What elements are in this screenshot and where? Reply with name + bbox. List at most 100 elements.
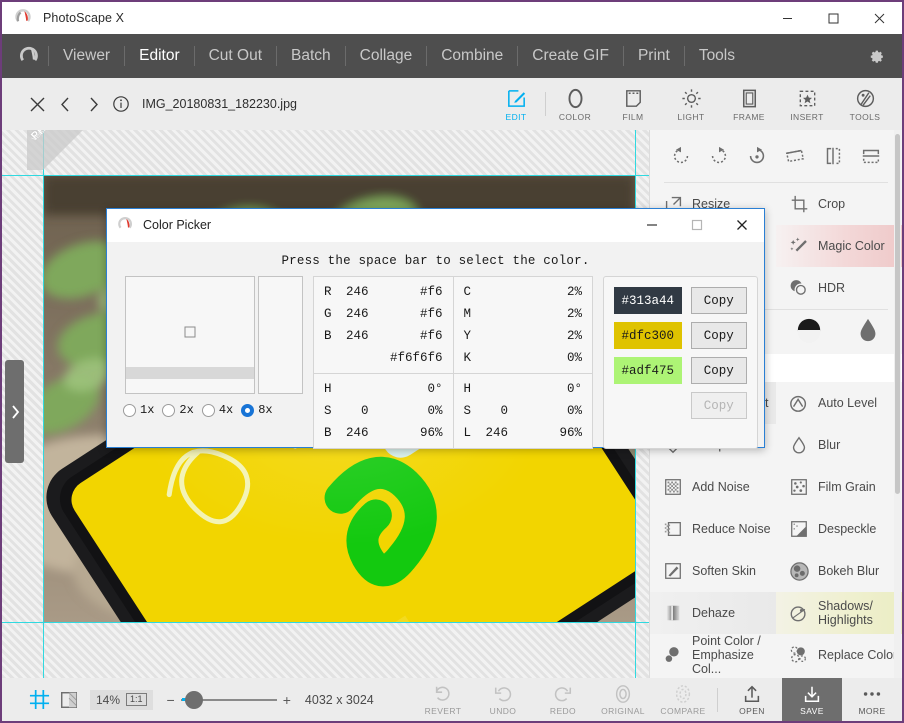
magnifier-zoom-1x[interactable]: 1x: [123, 403, 154, 417]
redo-button[interactable]: REDO: [533, 678, 593, 721]
magnifier-column: 1x 2x 4x 8x: [125, 276, 303, 449]
menu-item-collage[interactable]: Collage: [346, 34, 427, 78]
radio-2x[interactable]: [162, 404, 175, 417]
tab-color[interactable]: COLOR: [546, 78, 604, 130]
original-icon: [613, 683, 633, 705]
menu-item-cut-out[interactable]: Cut Out: [195, 34, 276, 78]
tool-replace-color[interactable]: Replace Color: [776, 634, 902, 676]
zoom-in-button[interactable]: +: [283, 692, 291, 708]
swatch-3[interactable]: #adf475: [614, 357, 682, 384]
tool-dehaze[interactable]: Dehaze: [650, 592, 776, 634]
menu-item-editor[interactable]: Editor: [125, 34, 194, 78]
compare-button[interactable]: COMPARE: [653, 678, 713, 721]
zoom-slider-track[interactable]: [181, 699, 277, 701]
tools-sidebar-scrollbar[interactable]: [894, 130, 901, 678]
tab-film[interactable]: FILM: [604, 78, 662, 130]
swatch-2[interactable]: #dfc300: [614, 322, 682, 349]
compare-label: COMPARE: [660, 706, 705, 716]
menu-item-tools[interactable]: Tools: [685, 34, 749, 78]
split-view-icon[interactable]: [54, 685, 84, 715]
rotate-right-icon[interactable]: [704, 141, 734, 171]
undo-button[interactable]: UNDO: [473, 678, 533, 721]
color-picker-minimize-button[interactable]: [629, 209, 674, 242]
zoom-1to1-button[interactable]: 1:1: [126, 693, 147, 706]
tool-blur[interactable]: Blur: [776, 424, 902, 466]
copy-button-1[interactable]: Copy: [691, 287, 747, 314]
cmyk-row-m: M 2%: [454, 303, 593, 325]
hsl-key-h: H: [464, 382, 486, 396]
zoom-slider-group[interactable]: − +: [167, 692, 291, 708]
save-button[interactable]: SAVE: [782, 678, 842, 721]
color-picker-close-button[interactable]: [719, 209, 764, 242]
radio-4x[interactable]: [202, 404, 215, 417]
app-logo-icon[interactable]: [12, 44, 48, 68]
tool-add-noise[interactable]: Add Noise: [650, 466, 776, 508]
tool-reduce-noise[interactable]: Reduce Noise: [650, 508, 776, 550]
tool-shadows-highlights[interactable]: Shadows/ Highlights: [776, 592, 902, 634]
image-dimensions-label: 4032 x 3024: [305, 693, 374, 707]
gear-icon[interactable]: [865, 46, 886, 67]
replace-color-icon: [788, 644, 810, 666]
radio-1x[interactable]: [123, 404, 136, 417]
menu-item-print[interactable]: Print: [624, 34, 684, 78]
flip-horizontal-icon[interactable]: [818, 141, 848, 171]
window-close-button[interactable]: [856, 2, 902, 34]
original-button[interactable]: ORIGINAL: [593, 678, 653, 721]
free-rotate-icon[interactable]: [742, 141, 772, 171]
open-button[interactable]: OPEN: [722, 678, 782, 721]
more-button[interactable]: MORE: [842, 678, 902, 721]
window-maximize-button[interactable]: [810, 2, 856, 34]
tool-despeckle[interactable]: Despeckle: [776, 508, 902, 550]
copy-button-2[interactable]: Copy: [691, 322, 747, 349]
rgb-hex-r: #f6: [381, 285, 443, 299]
color-picker-maximize-button[interactable]: [674, 209, 719, 242]
hsb-block: H 0° S 0 0% B 246 96%: [314, 374, 453, 448]
zoom-out-button[interactable]: −: [167, 692, 175, 708]
magnifier-zoom-4x[interactable]: 4x: [202, 403, 233, 417]
tab-frame[interactable]: FRAME: [720, 78, 778, 130]
close-icon[interactable]: [24, 89, 50, 119]
compare-icon: [673, 683, 693, 705]
copy-button-3[interactable]: Copy: [691, 357, 747, 384]
tool-crop[interactable]: Crop: [776, 183, 902, 225]
menu-item-create-gif[interactable]: Create GIF: [518, 34, 623, 78]
flip-vertical-icon[interactable]: [856, 141, 886, 171]
tool-auto-level[interactable]: Auto Level: [776, 382, 902, 424]
tool-magic-color-active[interactable]: Magic Color: [776, 225, 902, 267]
chevron-right-icon[interactable]: [80, 89, 106, 119]
grid-icon[interactable]: [24, 685, 54, 715]
black-white-circle-icon[interactable]: [796, 317, 822, 348]
tab-tools[interactable]: TOOLS: [836, 78, 894, 130]
tool-replace-color-label: Replace Color: [818, 648, 897, 662]
perspective-icon[interactable]: [780, 141, 810, 171]
magnifier-zoom-4x-label: 4x: [219, 403, 233, 417]
menu-item-viewer[interactable]: Viewer: [49, 34, 124, 78]
cmyk-key-k: K: [464, 351, 486, 365]
info-icon[interactable]: [108, 89, 134, 119]
tab-light[interactable]: LIGHT: [662, 78, 720, 130]
tab-insert[interactable]: INSERT: [778, 78, 836, 130]
blur-drop-icon: [788, 434, 810, 456]
window-titlebar: PhotoScape X: [2, 2, 902, 34]
tool-bokeh-blur[interactable]: Bokeh Blur: [776, 550, 902, 592]
revert-button[interactable]: REVERT: [413, 678, 473, 721]
swatch-1[interactable]: #313a44: [614, 287, 682, 314]
zoom-slider-knob[interactable]: [185, 691, 203, 709]
menu-item-batch[interactable]: Batch: [277, 34, 345, 78]
window-minimize-button[interactable]: [764, 2, 810, 34]
magnifier-zoom-2x[interactable]: 2x: [162, 403, 193, 417]
menu-item-combine[interactable]: Combine: [427, 34, 517, 78]
tool-soften-skin[interactable]: Soften Skin: [650, 550, 776, 592]
swatch-4-empty[interactable]: [614, 392, 682, 419]
drop-icon[interactable]: [857, 317, 879, 348]
chevron-left-icon[interactable]: [52, 89, 78, 119]
action-divider: [717, 688, 718, 712]
tab-edit[interactable]: EDIT: [487, 78, 545, 130]
tool-point-color[interactable]: Point Color / Emphasize Col...: [650, 634, 776, 676]
tool-hdr[interactable]: HDR: [776, 267, 902, 309]
magnifier-zoom-8x[interactable]: 8x: [241, 403, 272, 417]
rotate-left-icon[interactable]: [666, 141, 696, 171]
sidebar-expand-handle[interactable]: [5, 360, 24, 463]
tool-film-grain[interactable]: Film Grain: [776, 466, 902, 508]
radio-8x[interactable]: [241, 404, 254, 417]
